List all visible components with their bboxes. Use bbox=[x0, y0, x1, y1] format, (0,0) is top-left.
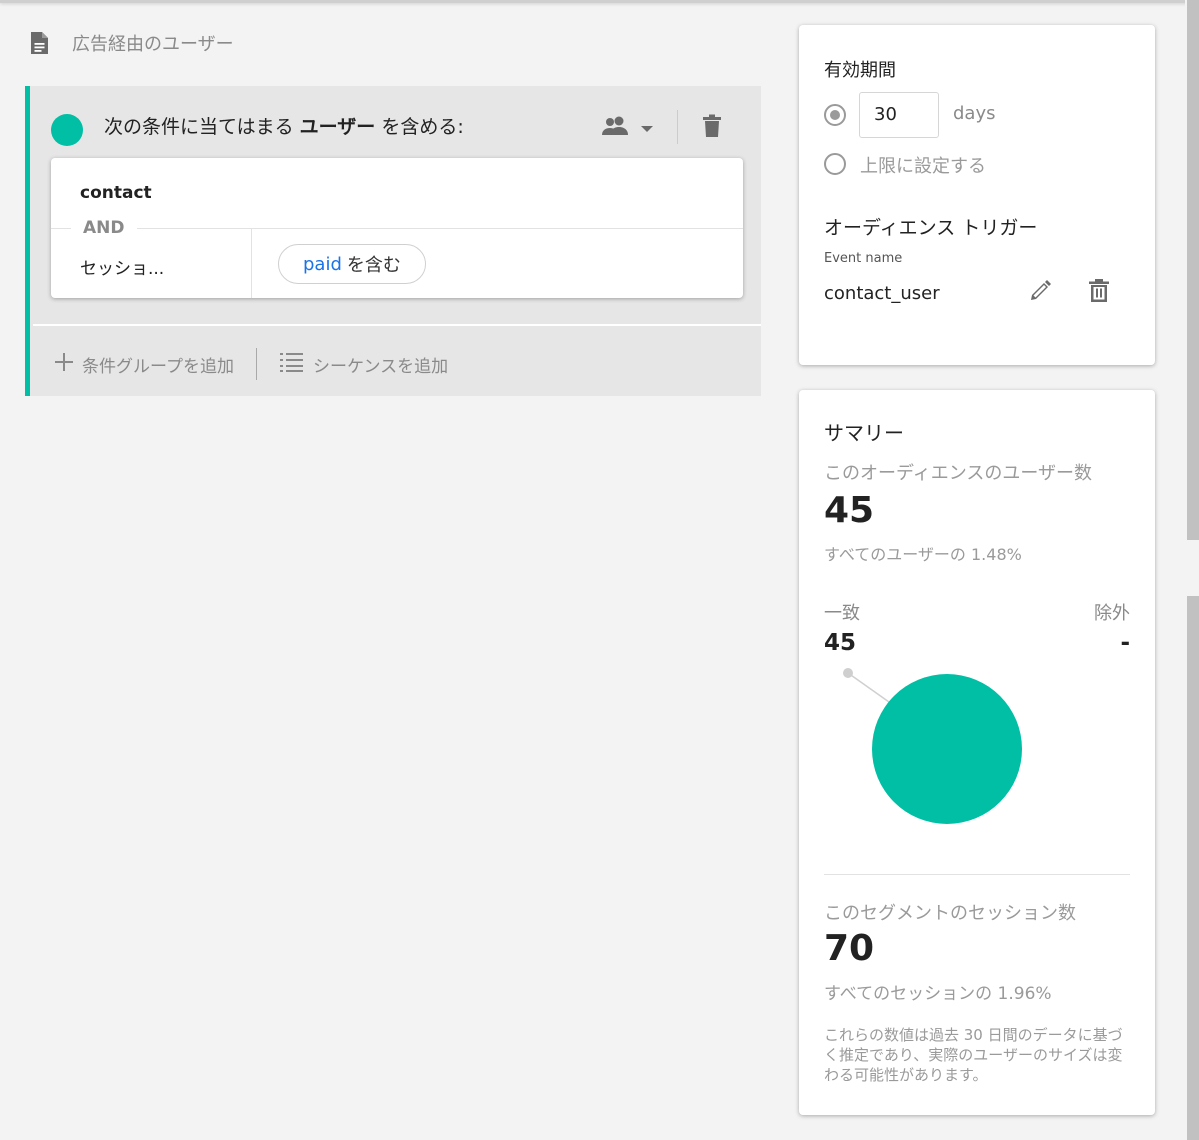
trash-icon bbox=[1088, 279, 1110, 307]
pencil-icon bbox=[1028, 280, 1052, 307]
match-label: 一致 bbox=[824, 603, 860, 624]
unlimited-radio[interactable] bbox=[824, 153, 846, 175]
headline-prefix: 次の条件に当てはまる bbox=[104, 116, 294, 138]
chevron-down-icon bbox=[640, 119, 654, 138]
exclude-value: - bbox=[1120, 630, 1130, 656]
group-headline: 次の条件に当てはまる ユーザー を含める: bbox=[104, 112, 464, 139]
event-name-label: Event name bbox=[824, 251, 903, 266]
headline-scope: ユーザー bbox=[299, 116, 376, 138]
scrollbar-lower[interactable] bbox=[1187, 596, 1199, 1140]
days-input[interactable]: 30 bbox=[859, 92, 939, 138]
scrollbar-thumb[interactable] bbox=[1187, 0, 1199, 540]
audience-users-share: すべてのユーザーの 1.48% bbox=[824, 545, 1022, 564]
exclude-label: 除外 bbox=[1094, 603, 1130, 624]
condition-value-chip[interactable]: paid を含む bbox=[278, 244, 426, 284]
pie-leader-line bbox=[847, 672, 890, 703]
and-operator[interactable]: AND bbox=[71, 218, 137, 238]
segment-sessions-share: すべてのセッションの 1.96% bbox=[824, 984, 1052, 1004]
pie-leader-dot bbox=[843, 668, 853, 678]
duration-title: 有効期間 bbox=[824, 60, 896, 81]
plus-icon bbox=[54, 352, 82, 377]
unlimited-label: 上限に設定する bbox=[860, 156, 986, 177]
trash-icon bbox=[702, 114, 722, 142]
audience-trigger-title: オーディエンス トリガー bbox=[824, 217, 1038, 239]
segment-sessions-label: このセグメントのセッション数 bbox=[824, 903, 1076, 924]
pie-slice-match bbox=[872, 674, 1022, 824]
summary-divider bbox=[824, 874, 1130, 875]
group-color-dot bbox=[51, 114, 83, 146]
event-name-value: contact_user bbox=[824, 283, 940, 304]
summary-title: サマリー bbox=[824, 421, 904, 445]
add-condition-group-button[interactable]: 条件グループを追加 bbox=[54, 352, 234, 377]
people-icon bbox=[600, 114, 630, 142]
match-value: 45 bbox=[824, 630, 857, 656]
page-title: 広告経由のユーザー bbox=[72, 34, 234, 55]
days-radio[interactable] bbox=[824, 104, 846, 126]
column-divider bbox=[251, 229, 252, 298]
audience-users-label: このオーディエンスのユーザー数 bbox=[824, 463, 1093, 484]
event-title[interactable]: contact bbox=[80, 183, 152, 203]
condition-group: 次の条件に当てはまる ユーザー を含める: contact AND セッショ..… bbox=[25, 86, 761, 396]
condition-field[interactable]: セッショ... bbox=[80, 254, 164, 279]
group-actions: 条件グループを追加 シーケンスを追加 bbox=[54, 348, 448, 380]
actions-divider bbox=[255, 348, 257, 380]
match-pie-chart bbox=[843, 668, 1022, 824]
and-divider bbox=[51, 228, 743, 229]
estimate-note: これらの数値は過去 30 日間のデータに基づく推定であり、実際のユーザーのサイズ… bbox=[824, 1026, 1123, 1084]
add-sequence-button[interactable]: シーケンスを追加 bbox=[279, 351, 448, 378]
group-footer-divider bbox=[33, 324, 761, 326]
segment-sessions-count: 70 bbox=[824, 928, 875, 969]
list-icon bbox=[279, 351, 313, 378]
chip-value: paid bbox=[303, 253, 342, 275]
top-border bbox=[0, 0, 1199, 3]
membership-duration-card: 有効期間 30 days 上限に設定する オーディエンス トリガー Event … bbox=[799, 25, 1155, 365]
document-icon bbox=[28, 31, 50, 55]
edit-trigger-button[interactable] bbox=[1028, 279, 1052, 307]
header-divider bbox=[677, 110, 678, 144]
page-header: 広告経由のユーザー bbox=[28, 30, 234, 56]
audience-users-count: 45 bbox=[824, 490, 875, 531]
add-condition-group-label: 条件グループを追加 bbox=[82, 356, 234, 377]
condition-card: contact AND セッショ... paid を含む bbox=[51, 158, 743, 298]
delete-trigger-button[interactable] bbox=[1088, 279, 1110, 307]
chip-operator: を含む bbox=[346, 255, 401, 276]
delete-group-button[interactable] bbox=[702, 114, 722, 142]
headline-suffix: を含める: bbox=[381, 116, 464, 138]
scope-dropdown[interactable] bbox=[600, 114, 654, 142]
days-unit: days bbox=[953, 103, 996, 124]
summary-card: サマリー このオーディエンスのユーザー数 45 すべてのユーザーの 1.48% … bbox=[799, 390, 1155, 1115]
add-sequence-label: シーケンスを追加 bbox=[312, 356, 449, 377]
